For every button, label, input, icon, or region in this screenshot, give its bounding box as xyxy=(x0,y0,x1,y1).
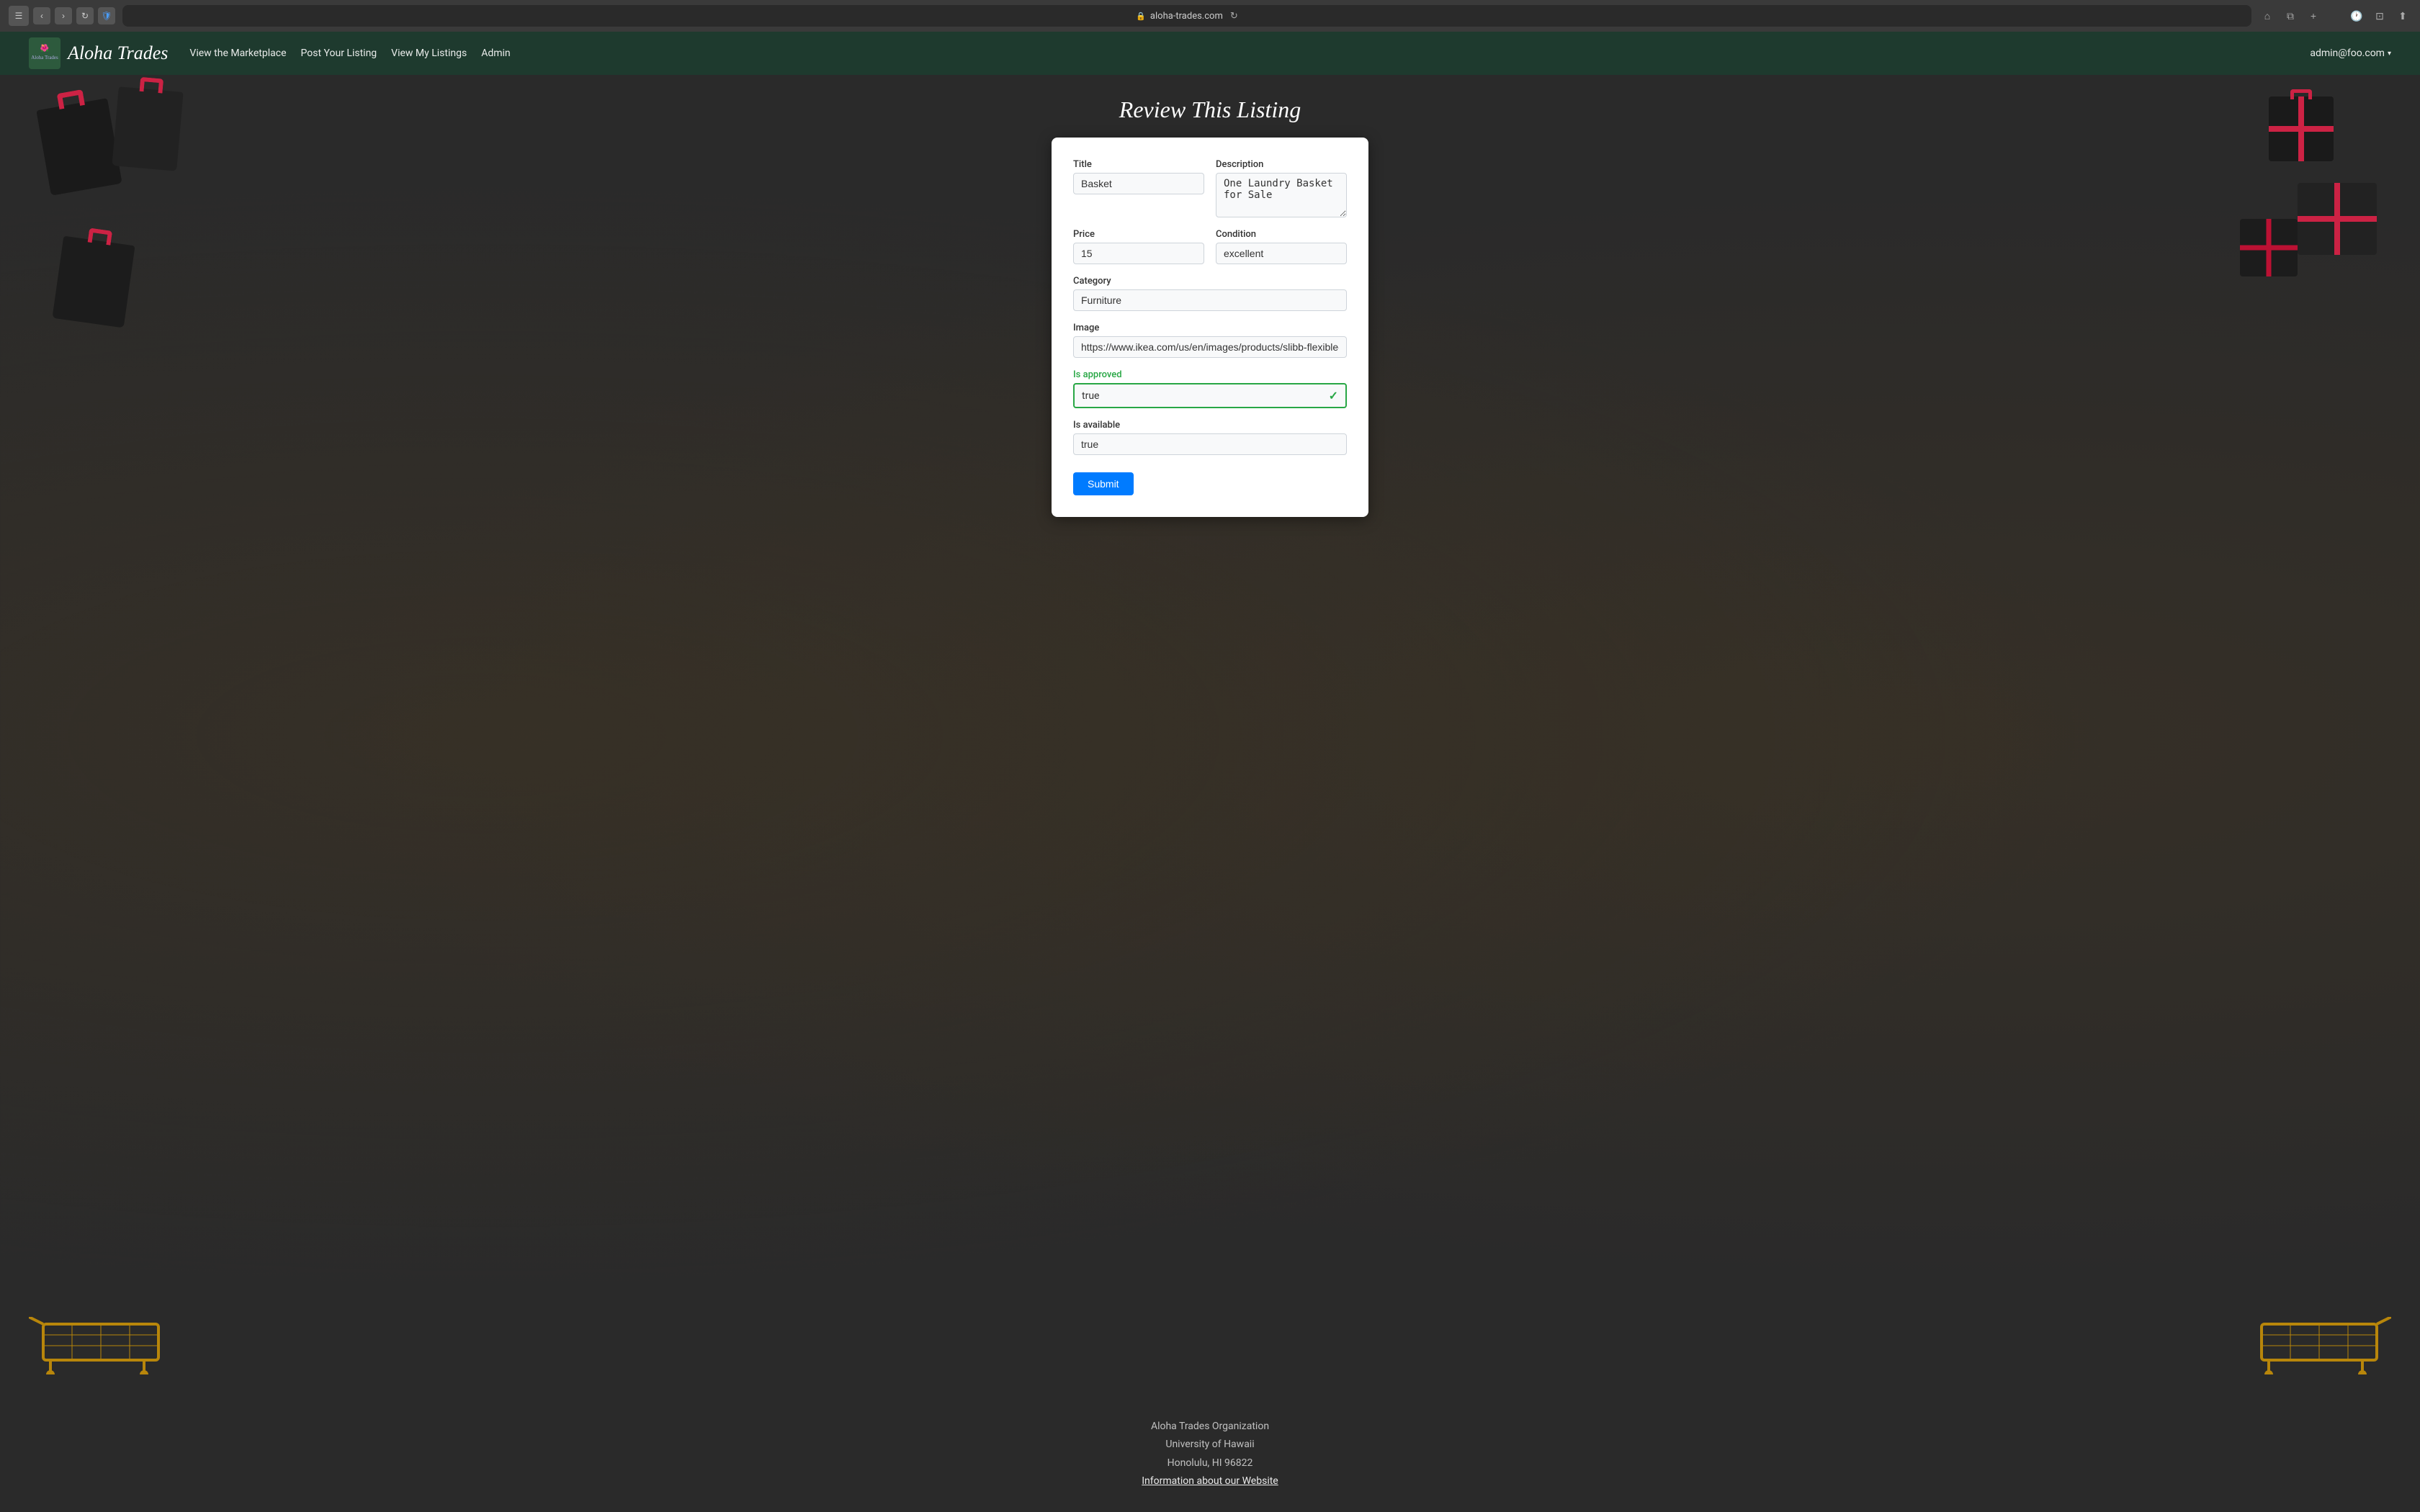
form-row-price-condition: Price Condition xyxy=(1073,229,1347,264)
bag-decor-1 xyxy=(36,98,122,196)
gift-box-2 xyxy=(2298,183,2377,255)
image-input[interactable] xyxy=(1073,336,1347,358)
footer-university: University of Hawaii xyxy=(14,1436,2406,1454)
price-input[interactable] xyxy=(1073,243,1204,264)
is-approved-label: Is approved xyxy=(1073,369,1347,380)
tabs-button[interactable]: ⧉ xyxy=(2282,7,2299,24)
form-row-is-approved: Is approved true ✓ xyxy=(1073,369,1347,408)
condition-input[interactable] xyxy=(1216,243,1347,264)
brand-logo: 🌺Aloha Trades xyxy=(29,37,60,69)
is-available-input[interactable] xyxy=(1073,433,1347,455)
footer: Aloha Trades Organization University of … xyxy=(0,1396,2420,1512)
checkmark-icon: ✓ xyxy=(1329,389,1338,402)
cart-left xyxy=(29,1317,173,1374)
form-group-price: Price xyxy=(1073,229,1204,264)
user-menu[interactable]: admin@foo.com ▾ xyxy=(2310,48,2391,59)
nav-view-my-listings[interactable]: View My Listings xyxy=(391,48,467,59)
back-button[interactable]: ‹ xyxy=(33,7,50,24)
reload-button[interactable]: ↻ xyxy=(76,7,94,24)
form-row-title-description: Title Description xyxy=(1073,159,1347,217)
condition-label: Condition xyxy=(1216,229,1347,240)
submit-button[interactable]: Submit xyxy=(1073,472,1134,495)
bag-decor-2 xyxy=(112,86,183,171)
listing-form-card: Title Description Price Condition Catego… xyxy=(1052,138,1368,517)
form-group-category: Category xyxy=(1073,276,1347,311)
form-row-is-available: Is available xyxy=(1073,420,1347,455)
navbar: 🌺Aloha Trades Aloha Trades View the Mark… xyxy=(0,32,2420,75)
home-button[interactable]: ⌂ xyxy=(2259,7,2276,24)
nav-admin[interactable]: Admin xyxy=(481,48,510,59)
category-input[interactable] xyxy=(1073,289,1347,311)
is-approved-value: true xyxy=(1082,390,1099,402)
description-label: Description xyxy=(1216,159,1347,170)
form-row-category: Category xyxy=(1073,276,1347,311)
navbar-links: View the Marketplace Post Your Listing V… xyxy=(189,48,2288,59)
browser-right-controls: ⌂ ⧉ + 🕐 ⊡ ⬆ xyxy=(2259,7,2411,24)
lock-icon: 🔒 xyxy=(1136,12,1146,21)
image-label: Image xyxy=(1073,323,1347,333)
form-group-image: Image xyxy=(1073,323,1347,358)
form-group-condition: Condition xyxy=(1216,229,1347,264)
history-button[interactable]: 🕐 xyxy=(2348,7,2365,24)
reload-icon: ↻ xyxy=(1230,11,1238,22)
page-background: Review This Listing Title Description Pr… xyxy=(0,75,2420,1396)
gift-box-1 xyxy=(2269,96,2334,161)
address-bar[interactable]: 🔒 aloha-trades.com ↻ xyxy=(122,5,2251,27)
is-available-label: Is available xyxy=(1073,420,1347,431)
url-text: aloha-trades.com xyxy=(1150,11,1223,22)
browser-controls: ☰ ‹ › ↻ 🛡 xyxy=(9,6,115,26)
gift-box-3 xyxy=(2240,219,2298,276)
sidebar-toggle[interactable]: ☰ xyxy=(9,6,29,26)
title-input[interactable] xyxy=(1073,173,1204,194)
page-title: Review This Listing xyxy=(1119,96,1301,123)
footer-location: Honolulu, HI 96822 xyxy=(14,1454,2406,1472)
footer-info-link[interactable]: Information about our Website xyxy=(1142,1475,1278,1487)
bag-decor-3 xyxy=(52,236,135,328)
title-label: Title xyxy=(1073,159,1204,170)
form-row-image: Image xyxy=(1073,323,1347,358)
nav-post-listing[interactable]: Post Your Listing xyxy=(301,48,377,59)
form-group-is-available: Is available xyxy=(1073,420,1347,455)
shield-icon[interactable]: 🛡 xyxy=(98,7,115,24)
user-email: admin@foo.com xyxy=(2310,48,2385,59)
browser-chrome: ☰ ‹ › ↻ 🛡 🔒 aloha-trades.com ↻ ⌂ ⧉ + 🕐 ⊡… xyxy=(0,0,2420,32)
cart-right xyxy=(2247,1317,2391,1374)
price-label: Price xyxy=(1073,229,1204,240)
description-input[interactable] xyxy=(1216,173,1347,217)
is-approved-field[interactable]: true ✓ xyxy=(1073,383,1347,408)
form-group-is-approved: Is approved true ✓ xyxy=(1073,369,1347,408)
forward-button[interactable]: › xyxy=(55,7,72,24)
nav-view-marketplace[interactable]: View the Marketplace xyxy=(189,48,286,59)
share-button[interactable]: ⬆ xyxy=(2394,7,2411,24)
dropdown-caret-icon: ▾ xyxy=(2388,50,2391,58)
footer-org: Aloha Trades Organization xyxy=(14,1418,2406,1436)
brand-logo-link[interactable]: 🌺Aloha Trades Aloha Trades xyxy=(29,37,168,69)
brand-name: Aloha Trades xyxy=(68,42,168,64)
category-label: Category xyxy=(1073,276,1347,287)
form-group-description: Description xyxy=(1216,159,1347,217)
form-group-title: Title xyxy=(1073,159,1204,217)
downloads-button[interactable]: ⊡ xyxy=(2371,7,2388,24)
add-tab-button[interactable]: + xyxy=(2305,7,2322,24)
